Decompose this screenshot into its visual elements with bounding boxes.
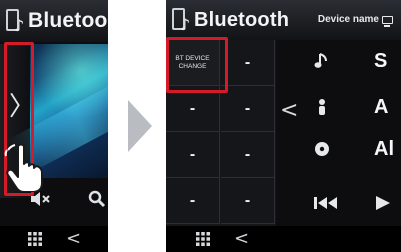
device-icon bbox=[382, 15, 393, 27]
highlight-frame bbox=[166, 37, 228, 93]
source-title: Bluetooth bbox=[194, 8, 290, 31]
bottom-bar: < bbox=[0, 226, 108, 252]
grid-menu-icon[interactable] bbox=[196, 232, 210, 246]
speaker-mute-icon[interactable] bbox=[30, 190, 52, 208]
function-button[interactable]: - bbox=[166, 132, 220, 178]
search-icon[interactable] bbox=[88, 190, 106, 208]
function-button[interactable]: - bbox=[166, 178, 220, 224]
function-button[interactable]: - bbox=[221, 178, 275, 224]
screen-before: ♪ Bluetoo 〉 < bbox=[0, 0, 108, 252]
artist-icon bbox=[319, 99, 325, 115]
chevron-left-icon[interactable]: < bbox=[280, 98, 298, 123]
function-button[interactable]: - bbox=[221, 86, 275, 132]
play-icon[interactable] bbox=[374, 196, 392, 210]
album-name: Al bbox=[374, 138, 394, 160]
bottom-bar: < bbox=[166, 226, 401, 252]
source-title: Bluetoo bbox=[28, 9, 108, 32]
music-note-icon bbox=[314, 53, 327, 68]
screen-after: ♪ Bluetooth Device name BT DEVICE CHANGE… bbox=[166, 0, 401, 252]
function-button[interactable]: - bbox=[221, 40, 275, 86]
device-name-label: Device name bbox=[317, 14, 379, 25]
bluetooth-audio-icon: ♪ bbox=[4, 6, 28, 36]
artist-name: A bbox=[374, 96, 389, 118]
title-bar: ♪ Bluetoo bbox=[0, 0, 108, 42]
album-disc-icon bbox=[315, 142, 329, 156]
device-name-button[interactable]: Device name bbox=[317, 14, 393, 27]
function-button[interactable]: - bbox=[221, 132, 275, 178]
title-bar: ♪ Bluetooth Device name bbox=[166, 0, 401, 40]
bluetooth-audio-icon: ♪ bbox=[170, 5, 194, 35]
tap-hand-icon bbox=[4, 143, 43, 192]
arrow-right-icon bbox=[128, 100, 152, 152]
song-title: S bbox=[374, 50, 388, 72]
grid-menu-icon[interactable] bbox=[28, 232, 42, 246]
chevron-left-icon[interactable]: < bbox=[234, 228, 249, 249]
skip-previous-icon[interactable] bbox=[314, 196, 340, 210]
chevron-left-icon[interactable]: < bbox=[66, 228, 81, 249]
